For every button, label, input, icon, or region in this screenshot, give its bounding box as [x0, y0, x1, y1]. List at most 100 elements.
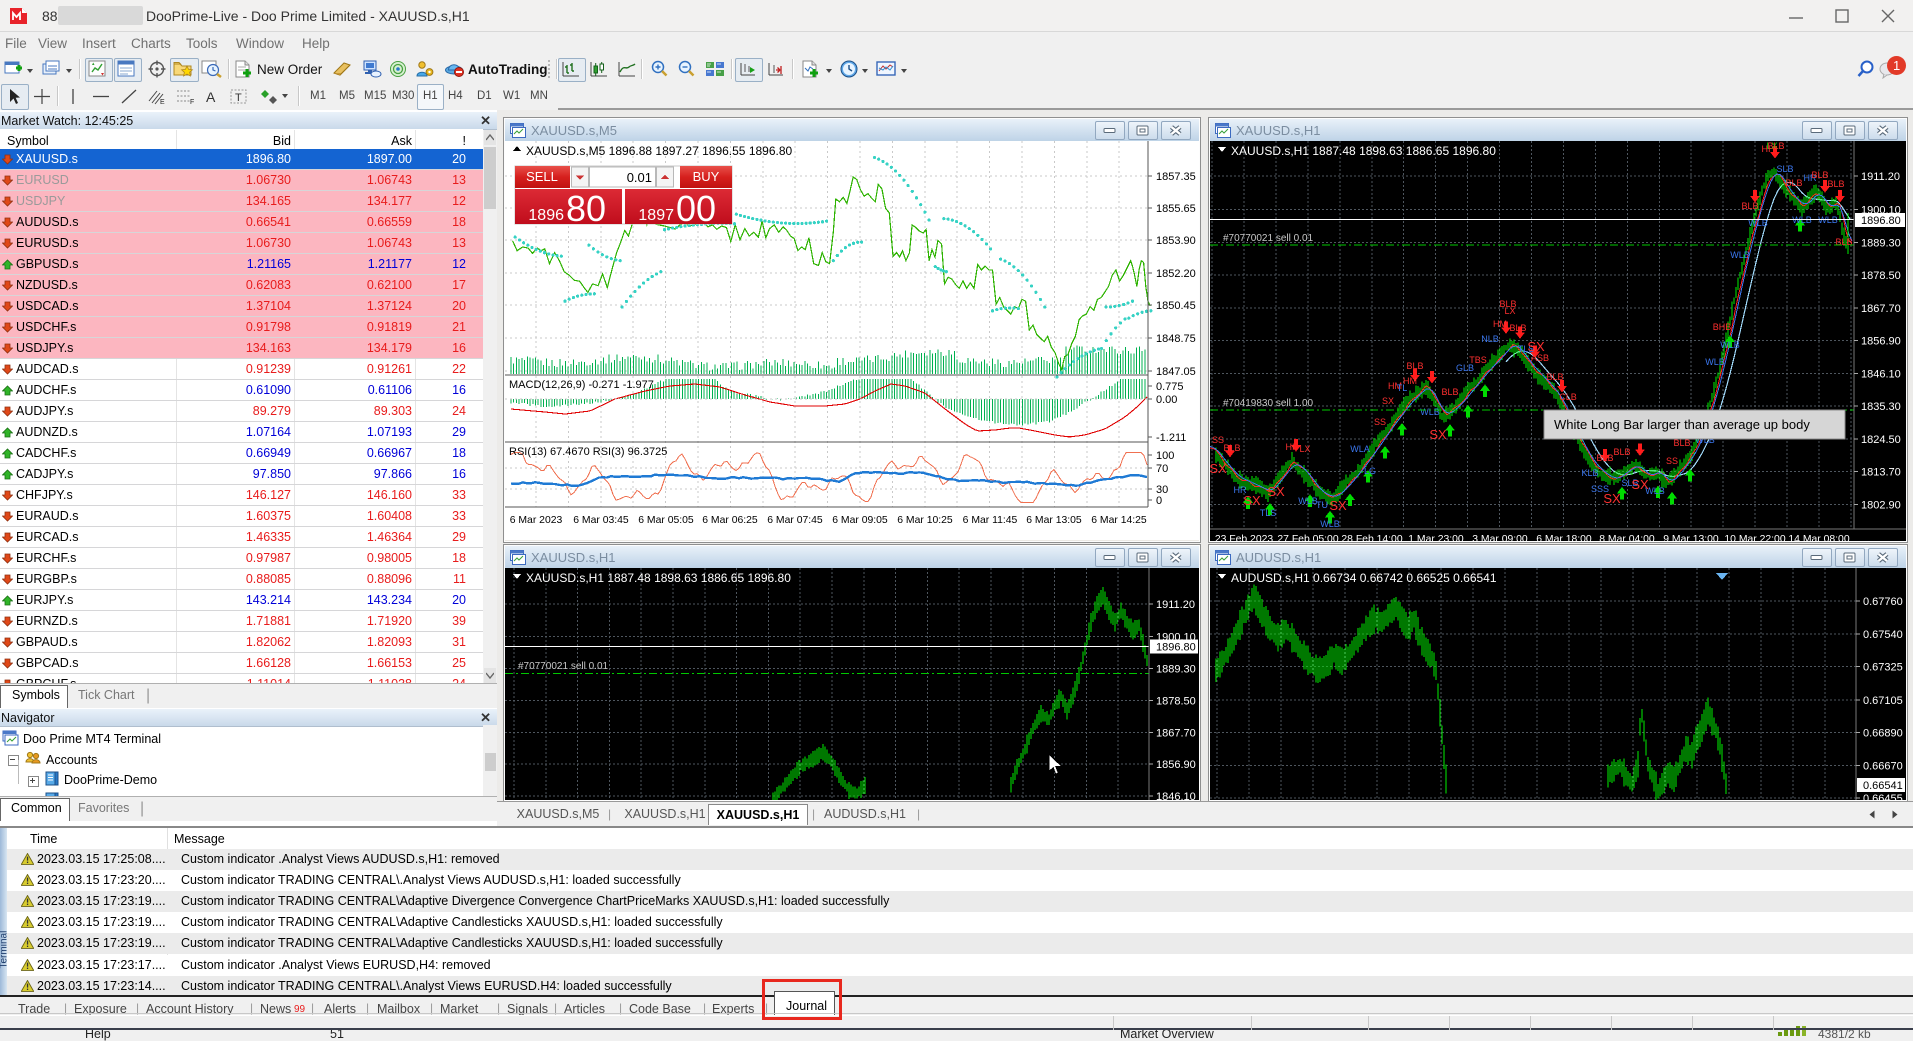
svg-text:BLB: BLB: [1546, 372, 1563, 382]
svg-text:1850.45: 1850.45: [1156, 300, 1196, 312]
svg-text:1911.20: 1911.20: [1156, 599, 1195, 611]
svg-text:0.66455: 0.66455: [1863, 793, 1903, 800]
svg-text:BLB: BLB: [1613, 447, 1630, 457]
svg-text:LX: LX: [1504, 306, 1515, 316]
svg-text:1813.70: 1813.70: [1861, 467, 1901, 479]
svg-text:BLB: BLB: [1596, 453, 1613, 463]
svg-text:6 Mar 14:25: 6 Mar 14:25: [1091, 515, 1147, 526]
svg-text:BLB: BLB: [1223, 443, 1240, 453]
svg-text:#70419830 sell 1.00: #70419830 sell 1.00: [1223, 398, 1314, 409]
svg-text:XAUUSD.s,H1 1887.48 1898.63 1: XAUUSD.s,H1 1887.48 1898.63 1886.65 1896…: [526, 571, 791, 585]
svg-text:1855.65: 1855.65: [1156, 203, 1196, 215]
svg-text:BUY: BUY: [693, 169, 720, 184]
svg-text:1847.05: 1847.05: [1156, 366, 1196, 378]
svg-text:HM: HM: [1493, 319, 1507, 329]
svg-text:9 Mar 13:00: 9 Mar 13:00: [1663, 534, 1719, 541]
svg-text:28 Feb 14:00: 28 Feb 14:00: [1341, 534, 1402, 541]
svg-text:1896.80: 1896.80: [1156, 642, 1196, 654]
svg-text:HM: HM: [1403, 376, 1417, 386]
svg-text:SX: SX: [1267, 484, 1285, 499]
svg-text:WLB: WLB: [1320, 519, 1340, 529]
svg-text:14 Mar 08:00: 14 Mar 08:00: [1788, 534, 1849, 541]
svg-text:0.67760: 0.67760: [1863, 596, 1903, 608]
svg-text:F: F: [190, 99, 194, 105]
svg-text:6 Mar 06:25: 6 Mar 06:25: [702, 515, 758, 526]
svg-text:23 Feb 2023: 23 Feb 2023: [1215, 534, 1274, 541]
svg-text:0.67105: 0.67105: [1863, 695, 1903, 707]
svg-text:SS: SS: [1666, 456, 1678, 466]
svg-text:1896: 1896: [528, 207, 564, 224]
svg-text:1878.50: 1878.50: [1156, 696, 1196, 708]
svg-text:6 Mar 2023: 6 Mar 2023: [510, 515, 563, 526]
svg-text:WLA: WLA: [1350, 444, 1370, 454]
svg-text:0.66541: 0.66541: [1863, 780, 1903, 792]
svg-text:BLB: BLB: [1767, 141, 1784, 151]
svg-text:XAUUSD.s,M5 1896.88 1897.27 1: XAUUSD.s,M5 1896.88 1897.27 1896.55 1896…: [526, 144, 793, 158]
svg-text:MACD(12,26,9) -0.271 -1.977: MACD(12,26,9) -0.271 -1.977: [509, 379, 654, 391]
svg-text:0.01: 0.01: [627, 170, 652, 185]
svg-text:0.66670: 0.66670: [1863, 761, 1903, 773]
svg-text:70: 70: [1156, 463, 1168, 475]
svg-text:8 Mar 04:00: 8 Mar 04:00: [1599, 534, 1655, 541]
svg-text:1846.10: 1846.10: [1861, 368, 1901, 380]
svg-text:10 Mar 22:00: 10 Mar 22:00: [1724, 534, 1785, 541]
svg-text:6 Mar 03:45: 6 Mar 03:45: [573, 515, 629, 526]
svg-text:RSI(13) 67.4670 RSI(3) 96.372: RSI(13) 67.4670 RSI(3) 96.3725: [509, 446, 667, 458]
svg-text:1846.10: 1846.10: [1156, 791, 1196, 800]
svg-text:SX: SX: [1243, 493, 1261, 508]
svg-text:BLB: BLB: [1406, 361, 1423, 371]
svg-text:BLB: BLB: [1827, 179, 1844, 189]
svg-text:SS: SS: [1212, 435, 1224, 445]
svg-text:WLB: WLB: [1730, 250, 1750, 260]
svg-text:HI: HI: [1286, 442, 1295, 452]
svg-text:-1.211: -1.211: [1156, 432, 1186, 444]
svg-text:6 Mar 07:45: 6 Mar 07:45: [767, 515, 823, 526]
svg-text:BLB: BLB: [1509, 323, 1526, 333]
svg-text:1897: 1897: [638, 207, 674, 224]
svg-text:6 Mar 11:45: 6 Mar 11:45: [963, 515, 1018, 526]
svg-text:1867.70: 1867.70: [1156, 727, 1196, 739]
svg-text:WLB: WLB: [1298, 496, 1318, 506]
svg-text:White Long Bar larger than ave: White Long Bar larger than average up bo…: [1554, 417, 1810, 432]
svg-text:1853.90: 1853.90: [1156, 235, 1196, 247]
svg-text:SS: SS: [1374, 417, 1386, 427]
svg-text:1824.50: 1824.50: [1861, 434, 1901, 446]
svg-text:KLB: KLB: [1581, 468, 1598, 478]
svg-text:1852.20: 1852.20: [1156, 268, 1196, 280]
svg-text:3 Mar 09:00: 3 Mar 09:00: [1472, 534, 1528, 541]
svg-text:WLB: WLB: [1720, 340, 1740, 350]
svg-text:1802.90: 1802.90: [1861, 499, 1901, 511]
svg-text:SX: SX: [1603, 491, 1621, 506]
svg-text:1848.75: 1848.75: [1156, 333, 1196, 345]
svg-text:6 Mar 13:05: 6 Mar 13:05: [1026, 515, 1082, 526]
svg-text:6 Mar 09:05: 6 Mar 09:05: [832, 515, 888, 526]
svg-text:AUDUSD.s,H1 0.66734 0.66742 0: AUDUSD.s,H1 0.66734 0.66742 0.66525 0.66…: [1231, 571, 1497, 585]
svg-text:1856.90: 1856.90: [1861, 336, 1901, 348]
svg-text:1896.80: 1896.80: [1861, 215, 1901, 227]
svg-text:BHB: BHB: [1713, 322, 1732, 332]
svg-text:WLB: WLB: [1705, 357, 1725, 367]
svg-text:SX: SX: [1527, 339, 1545, 354]
svg-text:0.66890: 0.66890: [1863, 727, 1903, 739]
svg-text:1889.30: 1889.30: [1861, 237, 1901, 249]
svg-text:BLB: BLB: [1811, 170, 1828, 180]
svg-text:XAUUSD.s,H1 1887.48 1898.63 1: XAUUSD.s,H1 1887.48 1898.63 1886.65 1896…: [1231, 144, 1496, 158]
svg-text:SX: SX: [1429, 427, 1447, 442]
svg-text:NLB: NLB: [1481, 334, 1499, 344]
svg-text:6 Mar 18:00: 6 Mar 18:00: [1536, 534, 1592, 541]
svg-text:TLS: TLS: [1260, 508, 1277, 518]
svg-text:CLB: CLB: [1559, 392, 1577, 402]
svg-text:ASB: ASB: [1531, 353, 1549, 363]
svg-text:6 Mar 10:25: 6 Mar 10:25: [897, 515, 953, 526]
svg-text:#70770021 sell 0.01: #70770021 sell 0.01: [1223, 233, 1314, 244]
svg-text:TU: TU: [1316, 500, 1328, 510]
svg-text:BLB: BLB: [1441, 387, 1458, 397]
svg-text:SX: SX: [1329, 498, 1347, 513]
svg-text:LX: LX: [1299, 444, 1310, 454]
svg-text:BLB: BLB: [1741, 201, 1758, 211]
svg-text:1867.70: 1867.70: [1861, 303, 1901, 315]
svg-text:SX: SX: [1210, 461, 1227, 476]
svg-text:TBS: TBS: [1469, 355, 1487, 365]
svg-text:1878.50: 1878.50: [1861, 270, 1901, 282]
svg-text:1856.90: 1856.90: [1156, 759, 1196, 771]
